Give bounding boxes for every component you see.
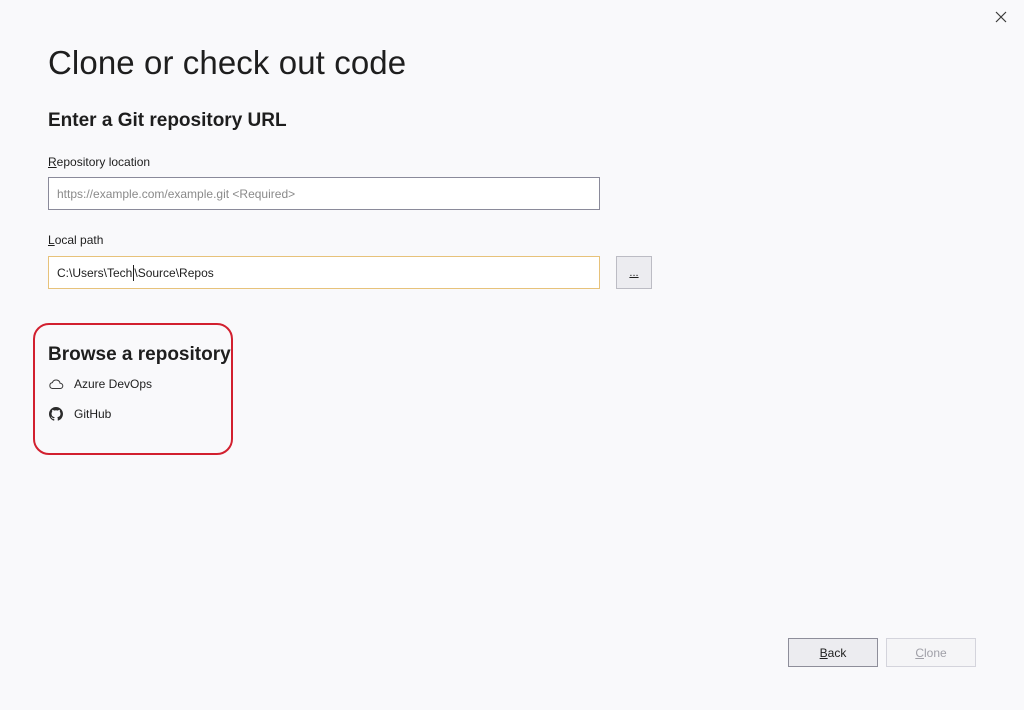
github-icon (48, 406, 64, 422)
back-button-text: ack (827, 645, 847, 660)
repository-location-label: Repository location (48, 155, 150, 169)
clone-button-label: Clone (915, 646, 946, 660)
azure-devops-link[interactable]: Azure DevOps (48, 374, 152, 394)
repository-location-label-text: epository location (56, 155, 151, 169)
cloud-icon (48, 376, 64, 392)
azure-devops-label: Azure DevOps (74, 377, 153, 391)
repository-location-placeholder: https://example.com/example.git <Require… (57, 186, 296, 201)
page-title: Clone or check out code (48, 44, 407, 81)
repository-location-input[interactable]: https://example.com/example.git <Require… (48, 177, 600, 210)
clone-button-text: lone (923, 645, 947, 660)
close-button[interactable] (988, 4, 1014, 30)
browse-folder-button[interactable]: ... (616, 256, 652, 289)
github-link[interactable]: GitHub (48, 404, 111, 424)
back-button-accelerator: B (819, 645, 828, 660)
git-url-section-title: Enter a Git repository URL (48, 110, 287, 131)
github-label: GitHub (74, 407, 112, 421)
local-path-label-text: ocal path (54, 233, 104, 247)
clone-button: Clone (886, 638, 976, 667)
clone-dialog: Clone or check out code Enter a Git repo… (0, 0, 1024, 710)
local-path-input[interactable]: C:\Users\Tech \Source\Repos (48, 256, 600, 289)
local-path-label-accelerator: L (48, 233, 55, 247)
repository-location-label-accelerator: R (48, 155, 57, 169)
close-icon (995, 11, 1007, 23)
browse-repository-title: Browse a repository (48, 344, 231, 365)
browse-folder-button-label: ... (629, 267, 639, 279)
local-path-value-start: C:\Users\Tech (57, 265, 133, 280)
back-button[interactable]: Back (788, 638, 878, 667)
local-path-label: Local path (48, 233, 103, 247)
clone-button-accelerator: C (915, 645, 924, 660)
back-button-label: Back (820, 646, 847, 660)
local-path-value-end: \Source\Repos (134, 265, 214, 280)
